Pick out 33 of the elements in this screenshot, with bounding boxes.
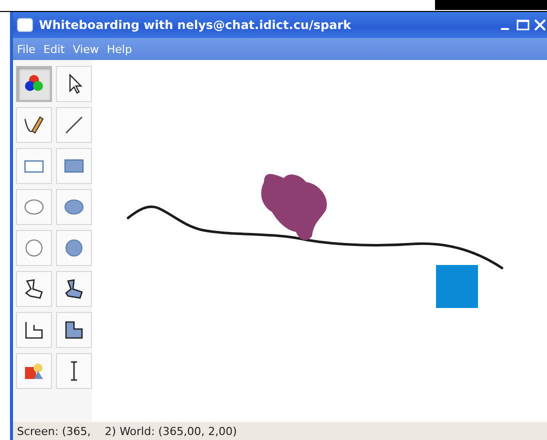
menu-item[interactable]: View <box>72 42 99 56</box>
status-text: Screen: (365, 2) World: (365,00, 2,00) <box>17 424 237 438</box>
window-title: Whiteboarding with nelys@chat.idict.cu/spark <box>39 18 352 32</box>
rectangle-icon <box>24 160 44 173</box>
polyline-icon <box>25 322 43 339</box>
filled-rectangle-icon <box>64 159 84 173</box>
circle-icon <box>26 240 42 256</box>
tool-button[interactable] <box>16 312 52 348</box>
shapes-image-icon <box>25 364 43 379</box>
filled-ellipse-icon <box>64 200 84 214</box>
close-icon[interactable] <box>533 18 547 32</box>
tool-button[interactable] <box>16 107 52 143</box>
tool-button[interactable] <box>56 271 92 307</box>
filled-polyline-icon <box>65 321 83 339</box>
color-circles-icon <box>25 75 43 91</box>
filled-circle-icon <box>66 240 82 256</box>
tool-button[interactable] <box>16 271 52 307</box>
filled-polygon-icon <box>65 279 83 299</box>
menu-item[interactable]: Edit <box>43 42 65 56</box>
polygon-icon <box>24 279 43 299</box>
ellipse-icon <box>24 200 44 214</box>
tool-button[interactable] <box>56 353 92 389</box>
line-icon <box>65 116 83 134</box>
tool-button[interactable] <box>56 312 92 348</box>
text-cursor-icon <box>70 361 78 381</box>
maximize-icon[interactable] <box>516 18 530 32</box>
app-icon <box>17 18 33 32</box>
menu-item[interactable]: File <box>17 42 36 56</box>
tool-button[interactable] <box>56 66 92 102</box>
tool-button[interactable] <box>16 66 52 102</box>
pointer-icon <box>69 74 82 94</box>
menu-item[interactable]: Help <box>106 42 132 56</box>
pencil-icon <box>24 116 44 134</box>
